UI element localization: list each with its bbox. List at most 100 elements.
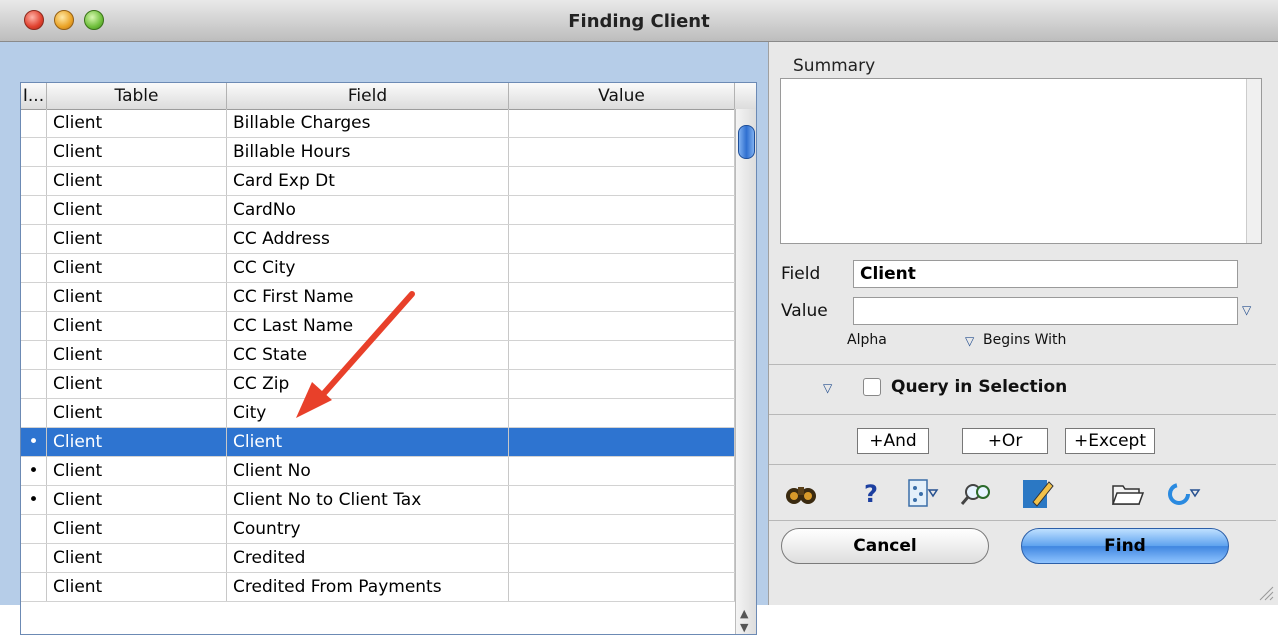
finding-client-window: Finding Client I... Table Field Value Cl… [0,0,1278,635]
row-value[interactable] [509,428,735,456]
row-table: Client [47,109,227,137]
field-list-panel: I... Table Field Value Client Billable Ch… [0,42,768,635]
open-folder-icon[interactable] [1109,476,1145,512]
help-icon[interactable]: ? [853,476,889,512]
row-field: CC City [227,254,509,282]
operator-dropdown-icon[interactable]: ▽ [965,334,974,348]
row-field: CC State [227,341,509,369]
table-row[interactable]: Client Billable Hours [21,138,735,167]
row-value[interactable] [509,109,735,137]
table-row[interactable]: Client CC City [21,254,735,283]
field-name-input[interactable]: Client [853,260,1238,288]
row-field: CC First Name [227,283,509,311]
row-table: Client [47,428,227,456]
disclosure-triangle-icon[interactable]: ▽ [823,381,832,395]
table-row[interactable]: Client CC Address [21,225,735,254]
row-value[interactable] [509,544,735,572]
scroll-down-icon[interactable]: ▼ [740,621,748,634]
column-header-spacer [735,83,756,109]
row-indicator [21,196,47,224]
divider [769,414,1276,415]
row-value[interactable] [509,254,735,282]
find-button[interactable]: Find [1021,528,1229,564]
table-row[interactable]: Client CC Last Name [21,312,735,341]
row-value[interactable] [509,312,735,340]
row-field: Billable Charges [227,109,509,137]
window-title: Finding Client [568,11,710,32]
row-indicator: • [21,428,47,456]
divider [769,464,1276,465]
row-field: CC Address [227,225,509,253]
column-header-table[interactable]: Table [47,83,227,109]
scrollbar-thumb[interactable] [738,125,755,159]
row-value[interactable] [509,515,735,543]
row-table: Client [47,167,227,195]
table-row-selected[interactable]: • Client Client [21,428,735,457]
formula-icon[interactable] [903,476,939,512]
operator-dropdown[interactable]: Begins With [983,332,1066,348]
scroll-up-icon[interactable]: ▲ [740,607,748,620]
title-bar[interactable]: Finding Client [0,0,1278,42]
row-indicator: • [21,457,47,485]
row-indicator [21,544,47,572]
resize-grip-icon[interactable] [1258,585,1274,601]
query-in-selection-checkbox[interactable] [863,378,881,396]
summary-text-area[interactable] [780,78,1262,244]
row-table: Client [47,399,227,427]
summary-scrollbar[interactable] [1246,79,1261,243]
table-scrollbar[interactable]: ▲ ▼ [735,109,756,634]
row-value[interactable] [509,399,735,427]
table-row[interactable]: Client Country [21,515,735,544]
cancel-button[interactable]: Cancel [781,528,989,564]
row-value[interactable] [509,196,735,224]
field-table: I... Table Field Value Client Billable Ch… [20,82,757,635]
search-field-icon[interactable] [959,476,995,512]
column-header-value[interactable]: Value [509,83,735,109]
value-input[interactable] [853,297,1238,325]
row-field: Client No to Client Tax [227,486,509,514]
row-value[interactable] [509,225,735,253]
row-value[interactable] [509,486,735,514]
row-value[interactable] [509,573,735,601]
row-indicator [21,283,47,311]
value-dropdown-icon[interactable]: ▽ [1242,303,1251,317]
except-button[interactable]: +Except [1065,428,1155,454]
row-value[interactable] [509,341,735,369]
row-indicator [21,138,47,166]
table-row[interactable]: Client CC First Name [21,283,735,312]
row-value[interactable] [509,370,735,398]
table-row[interactable]: Client Card Exp Dt [21,167,735,196]
column-header-field[interactable]: Field [227,83,509,109]
table-row[interactable]: Client City [21,399,735,428]
binoculars-icon[interactable] [783,476,819,512]
refresh-icon[interactable] [1165,476,1201,512]
row-indicator [21,312,47,340]
or-button[interactable]: +Or [962,428,1048,454]
table-row[interactable]: Client Billable Charges [21,109,735,138]
table-row[interactable]: • Client Client No [21,457,735,486]
row-value[interactable] [509,138,735,166]
row-indicator [21,109,47,137]
row-field: City [227,399,509,427]
table-row[interactable]: Client CardNo [21,196,735,225]
table-row[interactable]: • Client Client No to Client Tax [21,486,735,515]
table-header: I... Table Field Value [21,83,756,110]
edit-icon[interactable] [1019,476,1055,512]
field-type-label: Alpha [847,332,887,348]
column-header-indicator[interactable]: I... [21,83,47,109]
row-field: Client [227,428,509,456]
row-value[interactable] [509,457,735,485]
row-indicator [21,254,47,282]
table-row[interactable]: Client Credited [21,544,735,573]
row-table: Client [47,573,227,601]
divider [769,520,1276,521]
table-row[interactable]: Client CC State [21,341,735,370]
table-row[interactable]: Client CC Zip [21,370,735,399]
row-value[interactable] [509,283,735,311]
query-in-selection-label[interactable]: Query in Selection [891,377,1067,397]
row-value[interactable] [509,167,735,195]
and-button[interactable]: +And [857,428,929,454]
row-indicator [21,573,47,601]
row-table: Client [47,544,227,572]
table-row[interactable]: Client Credited From Payments [21,573,735,602]
